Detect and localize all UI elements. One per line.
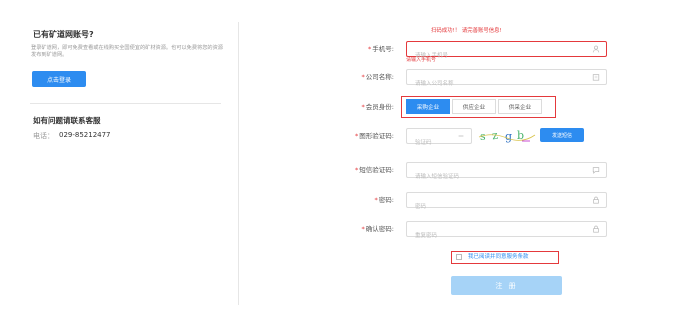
- company-field[interactable]: [406, 69, 607, 91]
- register-button[interactable]: 注 册: [451, 276, 562, 295]
- phone-error-message: 请输入手机号: [406, 57, 437, 63]
- password-input[interactable]: [407, 200, 577, 214]
- sms-input[interactable]: [407, 170, 577, 184]
- agreement-area: 我已阅读并同意服务条款: [451, 251, 559, 264]
- password-row: *密码:: [0, 190, 698, 214]
- role-selector: 采购企业 供应企业 供采企业: [401, 96, 556, 118]
- send-sms-button[interactable]: 发送短信: [540, 128, 584, 142]
- minus-icon: [457, 132, 465, 140]
- captcha-row: *图形验证码:: [0, 126, 698, 150]
- user-icon: [592, 45, 600, 53]
- role-row: *会员身份:: [0, 97, 698, 117]
- password-field[interactable]: [406, 192, 607, 214]
- lock-icon: [592, 225, 600, 233]
- confirm-password-field[interactable]: [406, 221, 607, 243]
- captcha-field[interactable]: [406, 128, 472, 150]
- role-option-supplier[interactable]: 供应企业: [452, 99, 496, 114]
- role-field-label: *会员身份:: [361, 103, 394, 111]
- captcha-image[interactable]: s z g b: [477, 128, 537, 144]
- agree-checkbox[interactable]: [456, 254, 462, 260]
- sms-field[interactable]: [406, 162, 607, 184]
- role-option-buyer[interactable]: 采购企业: [406, 99, 450, 114]
- role-option-both[interactable]: 供采企业: [498, 99, 542, 114]
- phone-field-label: *手机号:: [368, 45, 394, 53]
- lock-icon: [592, 196, 600, 204]
- sms-field-label: *短信验证码:: [355, 166, 394, 174]
- phone-row: *手机号:: [0, 39, 698, 63]
- svg-text:g: g: [505, 130, 512, 143]
- sms-row: *短信验证码:: [0, 160, 698, 184]
- password-field-label: *密码:: [374, 196, 394, 204]
- confirm-password-row: *确认密码:: [0, 219, 698, 243]
- captcha-input[interactable]: [407, 136, 457, 150]
- scan-success-banner: 扫码成功!！ 请完善账号信息!: [431, 28, 502, 34]
- phone-field[interactable]: [406, 41, 607, 63]
- confirm-password-field-label: *确认密码:: [361, 225, 394, 233]
- message-icon: [592, 166, 600, 174]
- company-field-label: *公司名称:: [361, 73, 394, 81]
- terms-link[interactable]: 我已阅读并同意服务条款: [468, 252, 529, 262]
- company-row: *公司名称:: [0, 67, 698, 91]
- captcha-field-label: *图形验证码:: [355, 132, 394, 140]
- confirm-password-input[interactable]: [407, 229, 577, 243]
- company-input[interactable]: [407, 77, 577, 91]
- building-icon: [592, 73, 600, 81]
